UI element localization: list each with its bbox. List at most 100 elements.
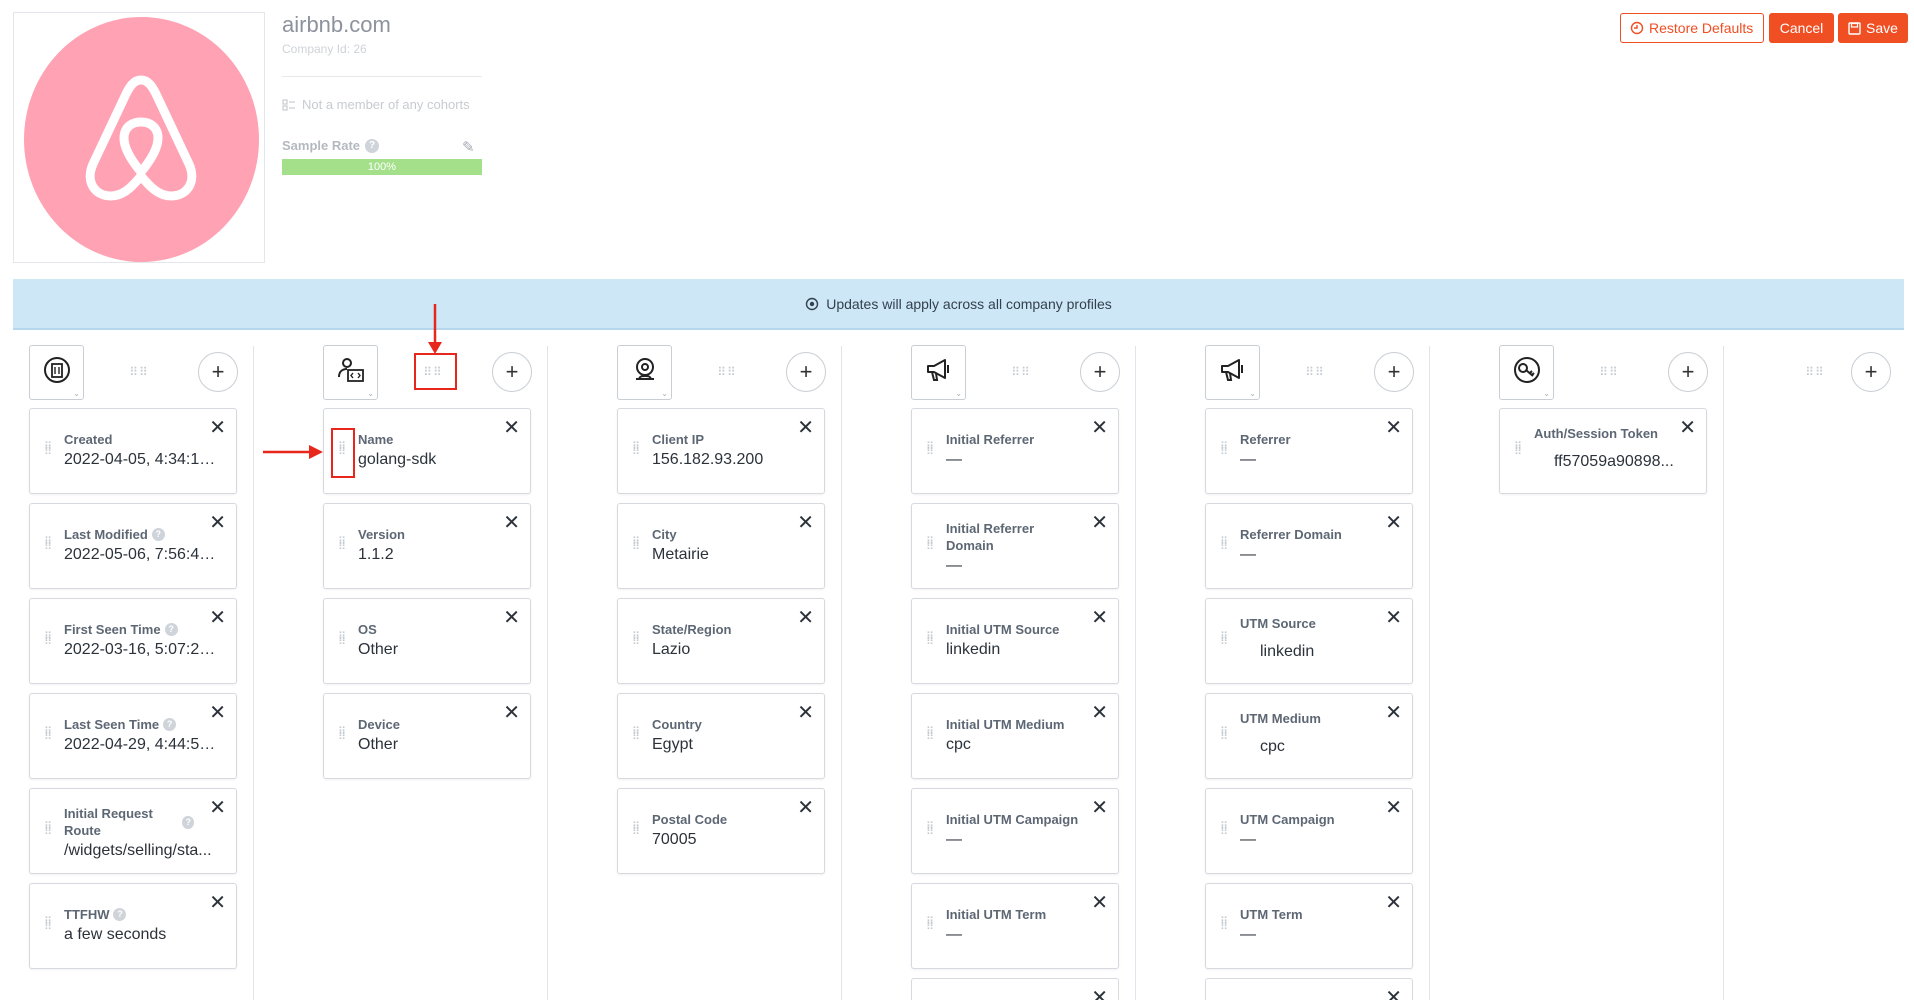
- card-drag-handle[interactable]: ⠿ ⠿: [632, 537, 640, 553]
- card-drag-handle[interactable]: ⠿ ⠿: [926, 917, 934, 933]
- card-drag-handle[interactable]: ⠿ ⠿: [926, 632, 934, 648]
- remove-field-icon[interactable]: ✕: [209, 893, 226, 913]
- remove-field-icon[interactable]: ✕: [797, 608, 814, 628]
- field-card[interactable]: ⠿ ⠿ Referrer — ✕: [1205, 408, 1413, 494]
- remove-field-icon[interactable]: ✕: [1091, 798, 1108, 818]
- field-card[interactable]: ⠿ ⠿ State/Region Lazio ✕: [617, 598, 825, 684]
- restore-defaults-button[interactable]: Restore Defaults: [1620, 13, 1764, 43]
- card-drag-handle[interactable]: ⠿ ⠿: [338, 537, 346, 553]
- field-card[interactable]: ⠿ ⠿ Created 2022-04-05, 4:34:19 ... ✕: [29, 408, 237, 494]
- field-card[interactable]: ⠿ ⠿ City Metairie ✕: [617, 503, 825, 589]
- help-icon[interactable]: ?: [365, 138, 380, 153]
- add-field-button[interactable]: +: [1374, 352, 1414, 392]
- field-card[interactable]: ⠿ ⠿ TTFHW? a few seconds ✕: [29, 883, 237, 969]
- column-icon-selector[interactable]: ⌄: [1499, 345, 1554, 400]
- card-drag-handle[interactable]: ⠿ ⠿: [338, 632, 346, 648]
- remove-field-icon[interactable]: ✕: [209, 608, 226, 628]
- field-card[interactable]: ⠿ ⠿ Initial Referrer — ✕: [911, 408, 1119, 494]
- help-icon[interactable]: ?: [164, 623, 178, 636]
- card-drag-handle[interactable]: ⠿ ⠿: [1220, 917, 1228, 933]
- field-card[interactable]: ⠿ ⠿ Referrer Domain — ✕: [1205, 503, 1413, 589]
- help-icon[interactable]: ?: [151, 528, 165, 541]
- column-drag-handle[interactable]: ⠿⠿: [999, 361, 1043, 383]
- card-drag-handle[interactable]: ⠿ ⠿: [44, 917, 52, 933]
- field-card[interactable]: ⠿ ⠿ Auth/Session Token ff57059a90898... ✕: [1499, 408, 1707, 494]
- remove-field-icon[interactable]: ✕: [209, 513, 226, 533]
- field-card[interactable]: ⠿ ⠿ First Seen Time? 2022-03-16, 5:07:27 ..…: [29, 598, 237, 684]
- card-drag-handle[interactable]: ⠿ ⠿: [1220, 442, 1228, 458]
- field-card[interactable]: ⠿ ⠿ Last Modified? 2022-05-06, 7:56:46 ... ✕: [29, 503, 237, 589]
- remove-field-icon[interactable]: ✕: [797, 418, 814, 438]
- card-drag-handle[interactable]: ⠿ ⠿: [1220, 632, 1228, 648]
- add-field-button[interactable]: +: [786, 352, 826, 392]
- card-drag-handle[interactable]: ⠿ ⠿: [632, 727, 640, 743]
- field-card[interactable]: ⠿ ⠿ Postal Code 70005 ✕: [617, 788, 825, 874]
- remove-field-icon[interactable]: ✕: [1385, 418, 1402, 438]
- remove-field-icon[interactable]: ✕: [209, 798, 226, 818]
- card-drag-handle[interactable]: ⠿ ⠿: [44, 822, 52, 838]
- card-drag-handle[interactable]: ⠿ ⠿: [1514, 442, 1522, 458]
- remove-field-icon[interactable]: ✕: [1385, 893, 1402, 913]
- column-icon-selector[interactable]: ⌄: [1205, 345, 1260, 400]
- card-drag-handle[interactable]: ⠿ ⠿: [1220, 727, 1228, 743]
- remove-field-icon[interactable]: ✕: [209, 418, 226, 438]
- help-icon[interactable]: ?: [182, 815, 194, 829]
- field-card[interactable]: ⠿ ⠿ UTM Source linkedin ✕: [1205, 598, 1413, 684]
- remove-field-icon[interactable]: ✕: [797, 798, 814, 818]
- field-card[interactable]: ⠿ ⠿ UTM Term — ✕: [1205, 883, 1413, 969]
- column-drag-handle[interactable]: ⠿⠿: [1587, 361, 1631, 383]
- field-card[interactable]: ⠿ ⠿ UTM Medium cpc ✕: [1205, 693, 1413, 779]
- column-icon-selector[interactable]: ⌄: [29, 345, 84, 400]
- card-drag-handle[interactable]: ⠿ ⠿: [926, 822, 934, 838]
- field-card[interactable]: ⠿ ⠿ Last Seen Time? 2022-04-29, 4:44:55 ...…: [29, 693, 237, 779]
- edit-sample-rate-icon[interactable]: ✎: [462, 138, 475, 156]
- field-card[interactable]: ⠿ ⠿ OS Other ✕: [323, 598, 531, 684]
- card-drag-handle[interactable]: ⠿ ⠿: [44, 537, 52, 553]
- column-icon-selector[interactable]: ⌄: [617, 345, 672, 400]
- card-drag-handle[interactable]: ⠿ ⠿: [44, 632, 52, 648]
- field-card[interactable]: ⠿ ⠿ Initial Request Route? /widgets/selling…: [29, 788, 237, 874]
- column-drag-handle[interactable]: ⠿⠿: [705, 361, 749, 383]
- remove-field-icon[interactable]: ✕: [1091, 513, 1108, 533]
- column-drag-handle[interactable]: ⠿⠿: [1793, 361, 1837, 383]
- remove-field-icon[interactable]: ✕: [1679, 418, 1696, 438]
- remove-field-icon[interactable]: ✕: [503, 703, 520, 723]
- add-field-button[interactable]: +: [492, 352, 532, 392]
- field-card[interactable]: ⠿ ⠿ Initial Referrer Domain — ✕: [911, 503, 1119, 589]
- save-button[interactable]: Save: [1838, 13, 1908, 43]
- remove-field-icon[interactable]: ✕: [503, 608, 520, 628]
- field-card[interactable]: ⠿ ⠿ Initial UTM Medium cpc ✕: [911, 693, 1119, 779]
- field-card[interactable]: ⠿ ⠿ Country Egypt ✕: [617, 693, 825, 779]
- cancel-button[interactable]: Cancel: [1769, 13, 1834, 43]
- remove-field-icon[interactable]: ✕: [503, 418, 520, 438]
- card-drag-handle[interactable]: ⠿ ⠿: [926, 537, 934, 553]
- help-icon[interactable]: ?: [113, 908, 127, 921]
- column-icon-selector[interactable]: ⌄: [911, 345, 966, 400]
- card-drag-handle[interactable]: ⠿ ⠿: [1220, 537, 1228, 553]
- card-drag-handle[interactable]: ⠿ ⠿: [926, 442, 934, 458]
- remove-field-icon[interactable]: ✕: [1385, 988, 1402, 1000]
- remove-field-icon[interactable]: ✕: [1385, 608, 1402, 628]
- add-field-button[interactable]: +: [198, 352, 238, 392]
- field-card[interactable]: ⠿ ⠿ Initial UTM Source linkedin ✕: [911, 598, 1119, 684]
- remove-field-icon[interactable]: ✕: [1091, 893, 1108, 913]
- help-icon[interactable]: ?: [163, 718, 177, 731]
- card-drag-handle[interactable]: ⠿ ⠿: [632, 632, 640, 648]
- card-drag-handle[interactable]: ⠿ ⠿: [1220, 822, 1228, 838]
- remove-field-icon[interactable]: ✕: [503, 513, 520, 533]
- field-card[interactable]: ✕: [911, 978, 1119, 1000]
- card-drag-handle[interactable]: ⠿ ⠿: [926, 727, 934, 743]
- field-card[interactable]: ✕: [1205, 978, 1413, 1000]
- card-drag-handle[interactable]: ⠿ ⠿: [44, 727, 52, 743]
- add-field-button[interactable]: +: [1080, 352, 1120, 392]
- field-card[interactable]: ⠿ ⠿ Version 1.1.2 ✕: [323, 503, 531, 589]
- field-card[interactable]: ⠿ ⠿ UTM Campaign — ✕: [1205, 788, 1413, 874]
- field-card[interactable]: ⠿ ⠿ Initial UTM Campaign — ✕: [911, 788, 1119, 874]
- remove-field-icon[interactable]: ✕: [1091, 703, 1108, 723]
- remove-field-icon[interactable]: ✕: [1385, 798, 1402, 818]
- card-drag-handle[interactable]: ⠿ ⠿: [44, 442, 52, 458]
- column-icon-selector[interactable]: ⌄: [323, 345, 378, 400]
- field-card[interactable]: ⠿ ⠿ Client IP 156.182.93.200 ✕: [617, 408, 825, 494]
- remove-field-icon[interactable]: ✕: [1385, 703, 1402, 723]
- remove-field-icon[interactable]: ✕: [797, 703, 814, 723]
